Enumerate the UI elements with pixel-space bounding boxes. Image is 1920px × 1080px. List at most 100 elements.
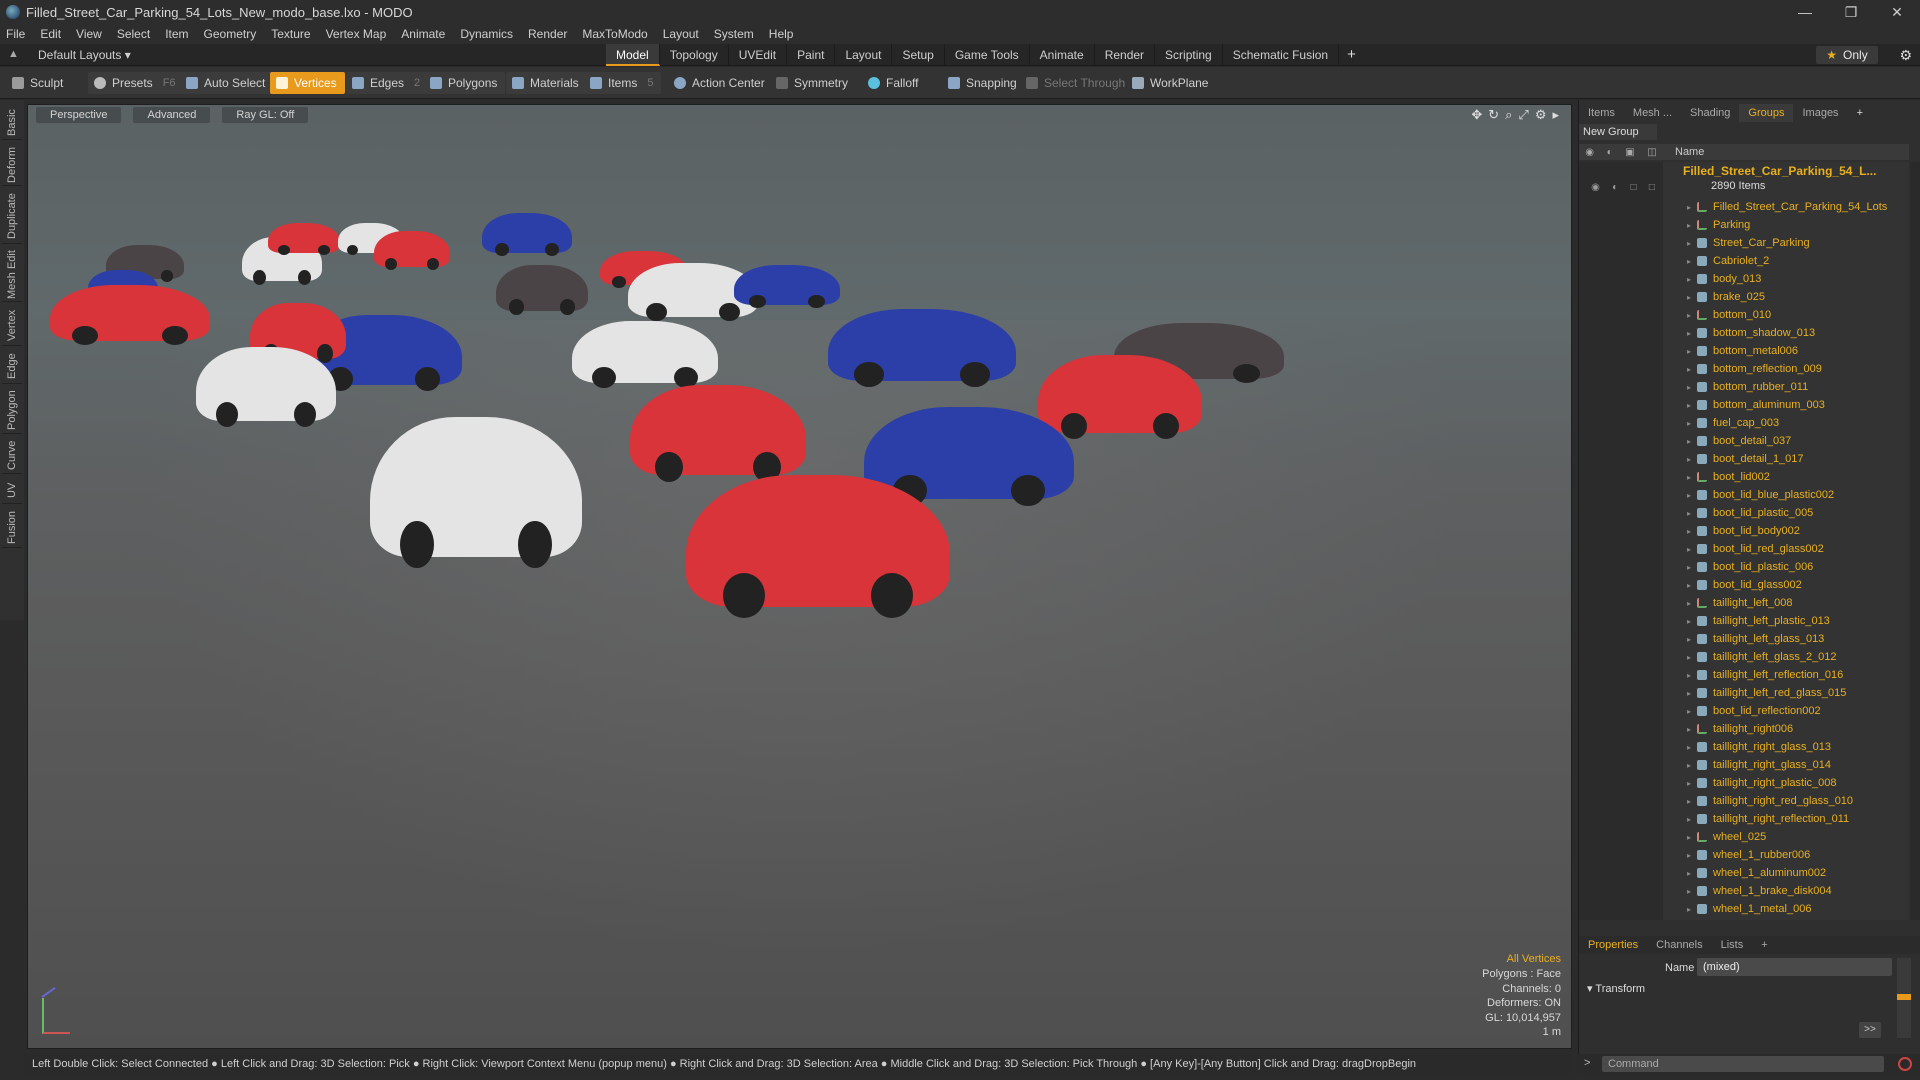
groups-tree[interactable]: ◉ ◐ □ □ Filled_Street_Car_Parking_54_L..… [1579,162,1909,920]
menu-dynamics[interactable]: Dynamics [460,27,513,41]
tab-model[interactable]: Model [606,44,660,66]
vtab-duplicate[interactable]: Duplicate [2,190,22,244]
expand-arrow-icon[interactable]: ▸ [1687,689,1697,698]
tree-item[interactable]: ▸ wheel_1_rubber006 [1687,846,1887,864]
vtab-vertex[interactable]: Vertex [2,306,22,346]
expand-arrow-icon[interactable]: ▸ [1687,851,1697,860]
tree-item[interactable]: ▸ boot_lid002 [1687,468,1887,486]
tree-item[interactable]: ▸ brake_025 [1687,288,1887,306]
default-layouts-dropdown[interactable]: Default Layouts ▾ [38,48,131,62]
eye-icon[interactable]: ◉ [1585,147,1594,158]
expand-arrow-icon[interactable]: ▸ [1687,761,1697,770]
car-model[interactable] [630,385,806,483]
transform-section[interactable]: ▾ Transform [1587,982,1645,995]
expand-arrow-icon[interactable]: ▸ [1687,221,1697,230]
render-icon[interactable]: ◐ [1612,182,1618,193]
tree-item[interactable]: ▸ taillight_right006 [1687,720,1887,738]
tree-item[interactable]: ▸ boot_lid_plastic_006 [1687,558,1887,576]
menu-geometry[interactable]: Geometry [204,27,257,41]
expand-arrow-icon[interactable]: ▸ [1687,383,1697,392]
car-model[interactable] [734,265,840,309]
tree-item[interactable]: ▸ boot_detail_1_017 [1687,450,1887,468]
tab-setup[interactable]: Setup [892,44,945,66]
more-button[interactable]: >> [1859,1022,1881,1038]
vtab-uv[interactable]: UV [2,478,22,504]
menu-render[interactable]: Render [528,27,567,41]
expand-arrow-icon[interactable]: ▸ [1687,419,1697,428]
expand-arrow-icon[interactable]: ▸ [1687,257,1697,266]
tree-item[interactable]: ▸ wheel_1_brake_disk004 [1687,882,1887,900]
menu-animate[interactable]: Animate [401,27,445,41]
expand-arrow-icon[interactable]: ▸ [1687,473,1697,482]
car-model[interactable] [482,213,572,257]
tab-paint[interactable]: Paint [787,44,836,66]
tree-item[interactable]: ▸ bottom_metal006 [1687,342,1887,360]
expand-arrow-icon[interactable]: ▸ [1687,203,1697,212]
shading-mode-button[interactable]: Advanced [133,107,211,123]
menu-view[interactable]: View [76,27,102,41]
only-toggle-button[interactable]: ★ Only [1816,46,1878,64]
expand-arrow-icon[interactable]: ▸ [1687,887,1697,896]
tab-scripting[interactable]: Scripting [1155,44,1223,66]
tree-item[interactable]: ▸ wheel_1_aluminum002 [1687,864,1887,882]
tab-shading[interactable]: Shading [1681,104,1739,122]
tab-game-tools[interactable]: Game Tools [945,44,1030,66]
expand-arrow-icon[interactable]: ▸ [1687,869,1697,878]
expand-arrow-icon[interactable]: ▸ [1687,779,1697,788]
expand-arrow-icon[interactable]: ▸ [1687,311,1697,320]
menu-texture[interactable]: Texture [271,27,310,41]
auto-select-button[interactable]: Auto Select [180,72,274,94]
expand-arrow-icon[interactable]: ▸ [1687,833,1697,842]
presets-button[interactable]: Presets F6 [88,72,184,94]
menu-edit[interactable]: Edit [40,27,61,41]
expand-arrow-icon[interactable]: ▸ [1687,905,1697,914]
vtab-deform[interactable]: Deform [2,144,22,186]
tree-item[interactable]: ▸ Street_Car_Parking [1687,234,1887,252]
add-panel-tab-button[interactable]: + [1848,104,1872,122]
car-model[interactable] [196,347,336,427]
tree-item[interactable]: ▸ boot_lid_plastic_005 [1687,504,1887,522]
tree-item[interactable]: ▸ taillight_left_glass_013 [1687,630,1887,648]
expand-arrow-icon[interactable]: ▸ [1687,329,1697,338]
workplane-button[interactable]: WorkPlane [1126,72,1216,94]
menu-select[interactable]: Select [117,27,150,41]
tab-groups[interactable]: Groups [1739,104,1794,122]
menu-item[interactable]: Item [165,27,188,41]
symmetry-button[interactable]: Symmetry [770,72,856,94]
tab-channels[interactable]: Channels [1647,939,1711,951]
car-model[interactable] [686,475,950,618]
vtab-mesh-edit[interactable]: Mesh Edit [2,248,22,302]
car-model[interactable] [1038,355,1202,440]
expand-arrow-icon[interactable]: ▸ [1687,527,1697,536]
tab-animate[interactable]: Animate [1030,44,1095,66]
car-model[interactable] [50,285,210,346]
snapping-button[interactable]: Snapping [942,72,1025,94]
tree-item[interactable]: ▸ bottom_aluminum_003 [1687,396,1887,414]
tab-topology[interactable]: Topology [660,44,729,66]
car-model[interactable] [828,309,1016,387]
expand-arrow-icon[interactable]: ▸ [1687,275,1697,284]
tree-item[interactable]: ▸ boot_lid_blue_plastic002 [1687,486,1887,504]
viewport-expand-icon[interactable]: ▸ [1552,107,1559,123]
tab-mesh[interactable]: Mesh ... [1624,104,1681,122]
polygons-mode-button[interactable]: Polygons [424,72,506,94]
close-button[interactable]: ✕ [1874,0,1920,24]
minimize-button[interactable]: — [1782,0,1828,24]
car-model[interactable] [572,321,718,388]
action-center-button[interactable]: Action Center [668,72,773,94]
render-icon[interactable]: ◐ [1607,147,1613,158]
items-mode-button[interactable]: Items 5 [584,72,662,94]
lock-icon[interactable]: □ [1630,182,1636,193]
expand-arrow-icon[interactable]: ▸ [1687,635,1697,644]
tree-item[interactable]: ▸ boot_lid_red_glass002 [1687,540,1887,558]
expand-arrow-icon[interactable]: ▸ [1687,653,1697,662]
tree-item[interactable]: ▸ taillight_left_red_glass_015 [1687,684,1887,702]
expand-arrow-icon[interactable]: ▸ [1687,743,1697,752]
tree-item[interactable]: ▸ bottom_010 [1687,306,1887,324]
car-model[interactable] [864,407,1074,507]
vertices-mode-button[interactable]: Vertices [270,72,345,94]
vtab-basic[interactable]: Basic [2,106,22,140]
expand-arrow-icon[interactable]: ▸ [1687,581,1697,590]
expand-arrow-icon[interactable]: ▸ [1687,239,1697,248]
menu-layout[interactable]: Layout [663,27,699,41]
